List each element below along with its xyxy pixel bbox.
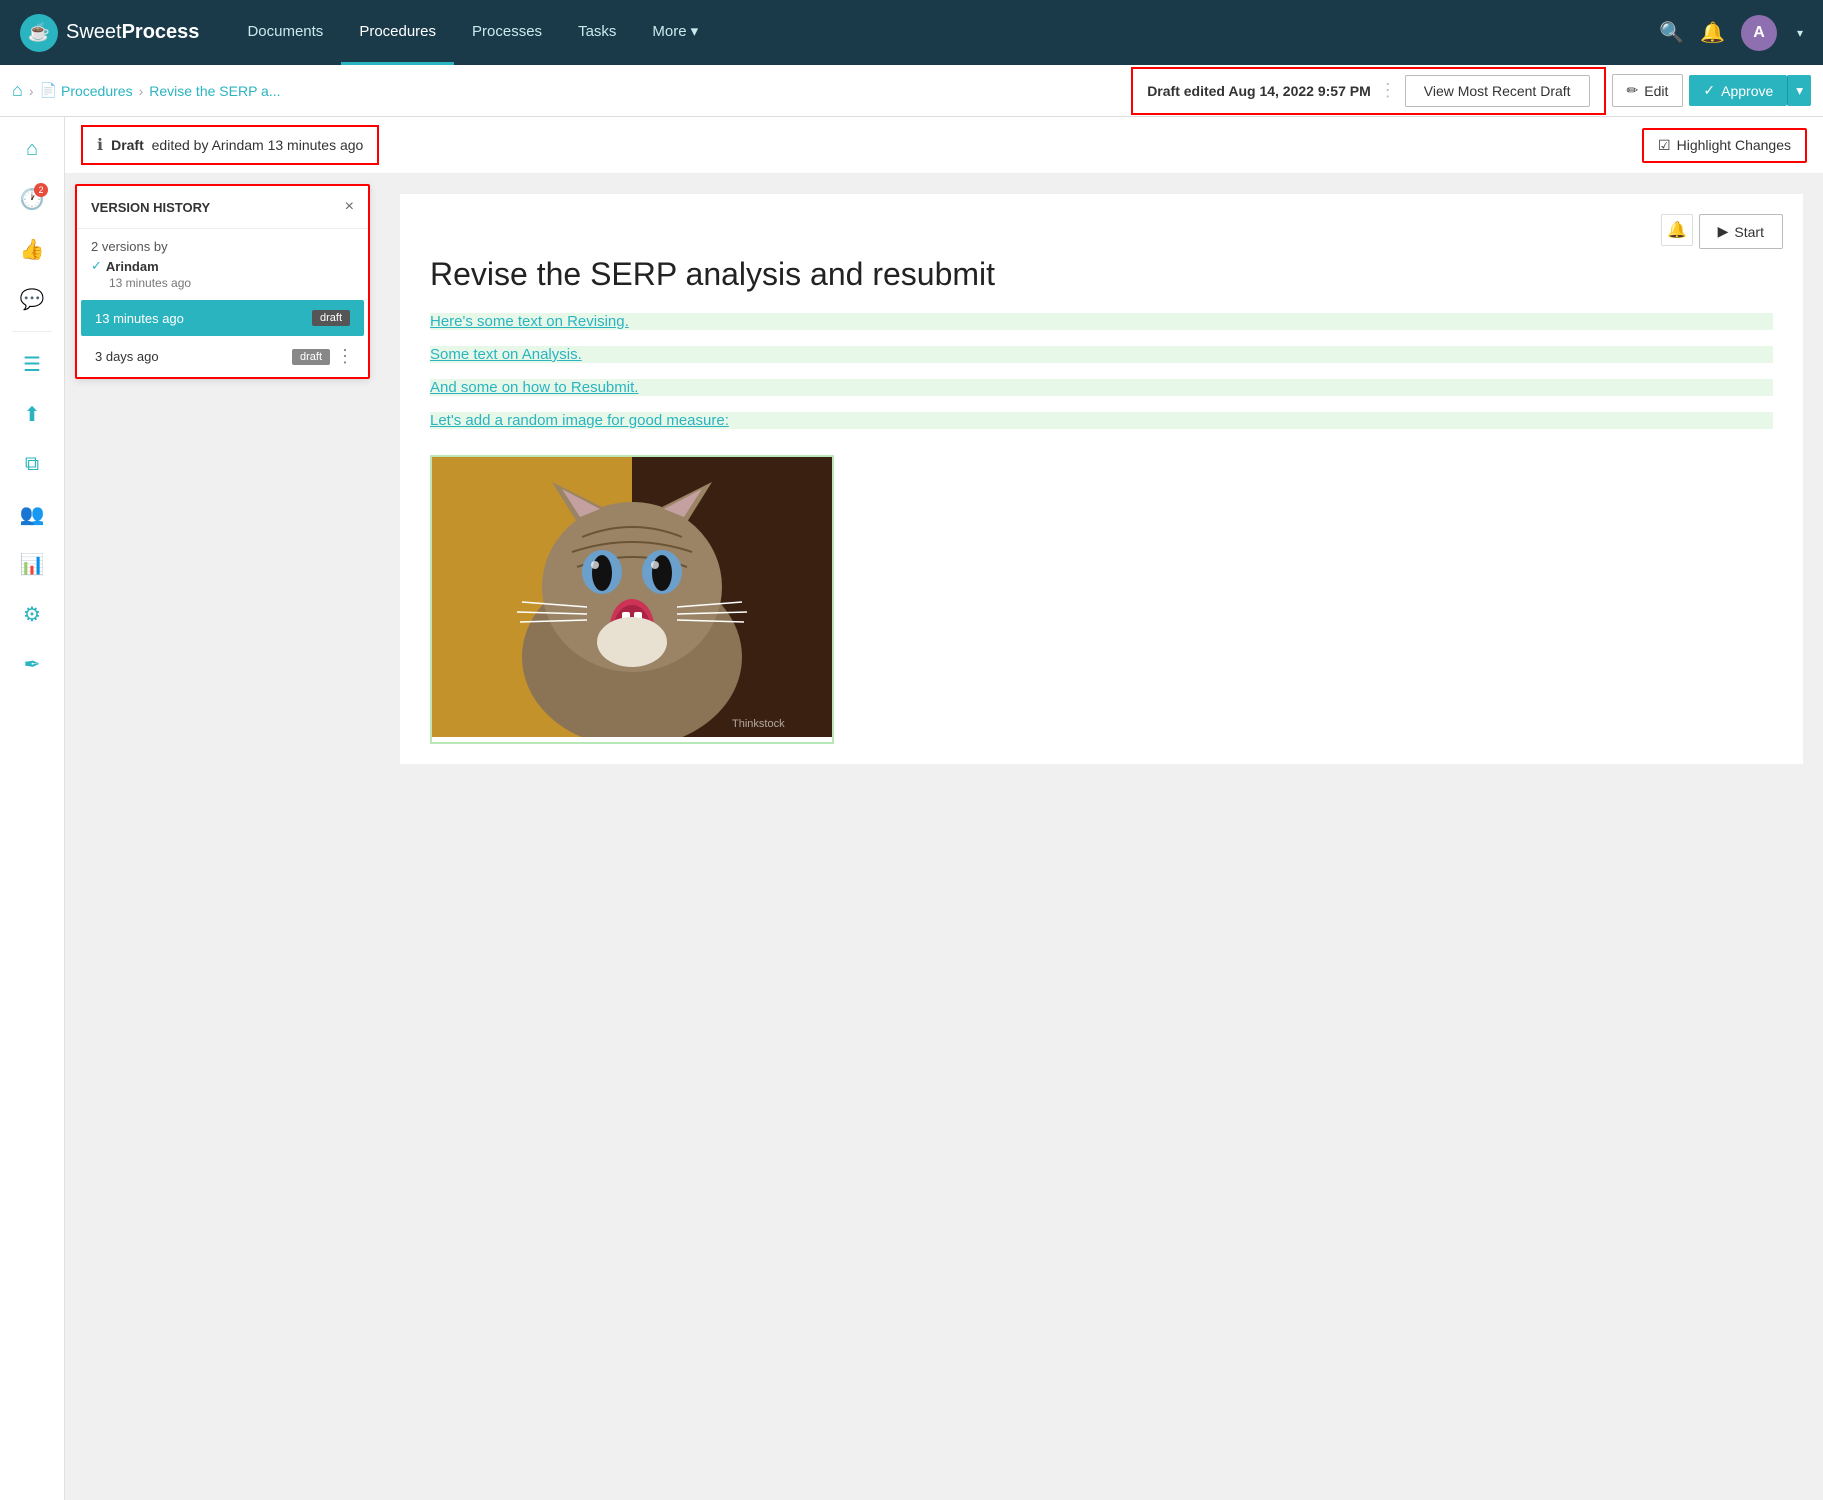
procedure-title: Revise the SERP analysis and resubmit — [430, 256, 1773, 293]
approve-check-icon: ✓ — [1703, 82, 1715, 99]
sidebar-comment-icon[interactable]: 💬 — [10, 277, 54, 321]
version-1-badge: draft — [312, 310, 350, 326]
notification-action-icon[interactable]: 🔔 — [1661, 214, 1693, 246]
start-button[interactable]: ▶ Start — [1699, 214, 1783, 249]
procedure-image-container: Thinkstock — [430, 455, 834, 744]
sidebar-home-icon[interactable]: ⌂ — [10, 127, 54, 171]
highlight-changes-button[interactable]: ☑ Highlight Changes — [1642, 128, 1807, 163]
procedure-link-3[interactable]: And some on how to Resubmit. — [430, 379, 1773, 396]
sidebar-users-icon[interactable]: 👥 — [10, 492, 54, 536]
sidebar-clock-icon[interactable]: 🕐 2 — [10, 177, 54, 221]
version-author-group: 2 versions by ✓ Arindam 13 minutes ago — [77, 229, 368, 300]
nav-processes[interactable]: Processes — [454, 0, 560, 65]
action-buttons: Draft edited Aug 14, 2022 9:57 PM ⋮ View… — [1131, 67, 1811, 115]
version-item-2[interactable]: 3 days ago draft ⋮ — [77, 336, 368, 377]
sidebar-copy-icon[interactable]: ⧉ — [10, 442, 54, 486]
nav-procedures[interactable]: Procedures — [341, 0, 454, 65]
svg-text:Thinkstock: Thinkstock — [732, 718, 785, 730]
breadcrumb-sep-1: › — [29, 83, 34, 99]
notifications-button[interactable]: 🔔 — [1700, 20, 1725, 45]
search-button[interactable]: 🔍 — [1659, 20, 1684, 45]
home-breadcrumb-icon[interactable]: ⌂ — [12, 80, 23, 101]
version-author-name: Arindam — [106, 259, 159, 274]
edit-button[interactable]: ✏ Edit — [1612, 74, 1684, 107]
version-history-panel: VERSION HISTORY × 2 versions by ✓ Arinda… — [75, 184, 370, 379]
version-check-icon: ✓ — [91, 258, 102, 274]
version-count: 2 versions by — [91, 239, 168, 254]
top-navigation: ☕ SweetProcess Documents Procedures Proc… — [0, 0, 1823, 65]
content-area: VERSION HISTORY × 2 versions by ✓ Arinda… — [65, 174, 1823, 1500]
sidebar-gear-icon[interactable]: ⚙ — [10, 592, 54, 636]
sidebar-list-icon[interactable]: ☰ — [10, 342, 54, 386]
user-menu-arrow[interactable]: ▾ — [1797, 26, 1803, 40]
breadcrumb-procedures[interactable]: 📄 Procedures — [40, 82, 133, 99]
page-body: ⌂ 🕐 2 👍 💬 ☰ ⬆ ⧉ 👥 📊 ⚙ ✒ ℹ Draft edited b… — [0, 117, 1823, 1500]
approve-button[interactable]: ✓ Approve — [1689, 75, 1787, 106]
breadcrumb-action-row: ⌂ › 📄 Procedures › Revise the SERP a... … — [0, 65, 1823, 117]
brand[interactable]: ☕ SweetProcess — [20, 14, 199, 52]
version-2-time: 3 days ago — [95, 349, 159, 364]
version-item-1[interactable]: 13 minutes ago draft — [81, 300, 364, 336]
play-icon: ▶ — [1718, 223, 1729, 240]
left-sidebar: ⌂ 🕐 2 👍 💬 ☰ ⬆ ⧉ 👥 📊 ⚙ ✒ — [0, 117, 65, 1500]
info-bar-text: Draft edited by Arindam 13 minutes ago — [111, 137, 363, 153]
clock-badge: 2 — [34, 183, 48, 197]
info-circle-icon: ℹ — [97, 135, 103, 155]
procedure-link-2[interactable]: Some text on Analysis. — [430, 346, 1773, 363]
sidebar-thumbsup-icon[interactable]: 👍 — [10, 227, 54, 271]
version-author-time: 13 minutes ago — [109, 276, 354, 290]
sidebar-upload-icon[interactable]: ⬆ — [10, 392, 54, 436]
kitten-image: Thinkstock — [432, 457, 832, 737]
nav-more[interactable]: More ▾ — [634, 0, 716, 65]
version-2-menu-icon[interactable]: ⋮ — [336, 346, 354, 367]
content-action-icons: 🔔 ↕ 🌐 — [430, 214, 1773, 246]
brand-name: SweetProcess — [66, 21, 199, 44]
nav-tasks[interactable]: Tasks — [560, 0, 634, 65]
version-panel-title: VERSION HISTORY — [91, 200, 210, 215]
nav-more-dropdown-icon: ▾ — [691, 22, 699, 40]
breadcrumb: ⌂ › 📄 Procedures › Revise the SERP a... — [12, 80, 1131, 101]
checkbox-icon: ☑ — [1658, 137, 1671, 154]
version-panel-header: VERSION HISTORY × — [77, 186, 368, 229]
draft-bar-separator: ⋮ — [1379, 80, 1397, 101]
edit-icon: ✏ — [1627, 82, 1639, 99]
procedure-link-4[interactable]: Let's add a random image for good measur… — [430, 412, 1773, 429]
version-1-time: 13 minutes ago — [95, 311, 184, 326]
breadcrumb-sep-2: › — [139, 83, 144, 99]
sidebar-chart-icon[interactable]: 📊 — [10, 542, 54, 586]
procedures-doc-icon: 📄 — [40, 82, 57, 99]
user-avatar[interactable]: A — [1741, 15, 1777, 51]
procedure-link-1[interactable]: Here's some text on Revising. — [430, 313, 1773, 330]
nav-documents[interactable]: Documents — [229, 0, 341, 65]
version-2-badge: draft — [292, 349, 330, 365]
draft-timestamp: Draft edited Aug 14, 2022 9:57 PM — [1147, 83, 1371, 99]
procedure-content: 🔔 ↕ 🌐 Revise the SERP analysis and resub… — [400, 194, 1803, 764]
view-most-recent-draft-button[interactable]: View Most Recent Draft — [1405, 75, 1590, 107]
approve-dropdown-button[interactable]: ▾ — [1787, 75, 1811, 106]
nav-links: Documents Procedures Processes Tasks Mor… — [229, 0, 1659, 65]
version-panel-close-button[interactable]: × — [345, 198, 354, 216]
breadcrumb-current-page: Revise the SERP a... — [149, 83, 280, 99]
draft-info-bar: ℹ Draft edited by Arindam 13 minutes ago — [81, 125, 379, 165]
sidebar-divider-1 — [12, 331, 52, 332]
nav-right: 🔍 🔔 A ▾ — [1659, 15, 1803, 51]
brand-icon: ☕ — [20, 14, 58, 52]
sidebar-signature-icon[interactable]: ✒ — [10, 642, 54, 686]
